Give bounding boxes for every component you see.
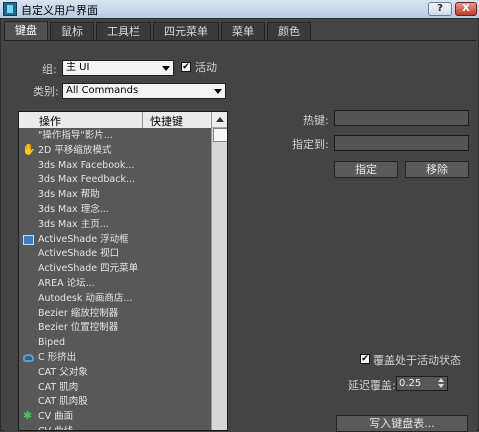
help-button[interactable]: ? [428,2,452,16]
tab-toolbars[interactable]: 工具栏 [96,22,151,40]
group-select-value: 主 UI [66,62,90,73]
tab-bar: 键盘 鼠标 工具栏 四元菜单 菜单 颜色 [4,21,313,41]
list-item[interactable]: CAT 父对象 [19,366,211,381]
header-action[interactable]: 操作 [39,113,61,129]
list-item-label: ActiveShade 四元菜单 [38,263,139,275]
list-item-label: CV 曲面 [38,411,74,423]
hotkey-field[interactable] [334,110,469,126]
group-label: 组: [42,63,57,76]
cv-surface-icon [23,410,34,424]
list-item[interactable]: Bezier 缩放控制器 [19,307,211,322]
list-item-label: "操作指导"影片... [38,130,113,141]
active-label: 活动 [195,61,217,74]
window-title: 自定义用户界面 [21,4,98,17]
list-item-label: CV 曲线 [38,426,73,430]
override-checkbox[interactable]: ✔ [360,354,370,364]
list-item-label: Autodesk 动画商店... [38,292,133,304]
list-item-label: 2D 平移缩放模式 [38,144,112,156]
list-item[interactable]: CV 曲面 [19,410,211,425]
list-item[interactable]: AREA 论坛... [19,277,211,292]
list-item-label: Bezier 缩放控制器 [38,307,119,319]
tab-keyboard[interactable]: 键盘 [4,21,48,41]
category-label: 类别: [33,85,59,98]
assigned-to-label: 指定到: [292,138,329,151]
list-item[interactable]: Bezier 位置控制器 [19,321,211,336]
remove-button[interactable]: 移除 [405,161,469,178]
action-list[interactable]: 操作 快捷键 "操作指导"影片... 2D 平移缩放模式 3ds Max Faceb… [18,111,228,431]
list-item[interactable]: 3ds Max Facebook... [19,159,211,174]
tab-quad-menus[interactable]: 四元菜单 [153,22,219,40]
list-item[interactable]: CV 曲线 [19,425,211,430]
list-item-label: 3ds Max 帮助 [38,189,100,201]
override-label: 覆盖处于活动状态 [373,354,461,367]
hotkey-label: 热键: [303,114,329,127]
list-item-label: 3ds Max Facebook... [38,159,135,171]
chevron-down-icon [214,89,222,94]
tab-colors[interactable]: 颜色 [267,22,311,40]
c-shape-icon [23,353,34,362]
list-item[interactable]: ActiveShade 浮动框 [19,233,211,248]
scroll-thumb[interactable] [213,128,227,142]
category-select-value: All Commands [66,85,139,96]
list-item-label: CAT 肌肉 [38,381,79,393]
tab-menus[interactable]: 菜单 [221,22,265,40]
list-item[interactable]: 3ds Max Feedback... [19,173,211,188]
hand-icon [22,144,36,158]
assign-button[interactable]: 指定 [334,161,398,178]
list-item[interactable]: ActiveShade 四元菜单 [19,262,211,277]
list-item[interactable]: Biped [19,336,211,351]
list-item-label: ActiveShade 浮动框 [38,233,129,245]
list-item-label: C 形挤出 [38,351,77,363]
list-item[interactable]: "操作指导"影片... [19,129,211,144]
list-item[interactable]: 3ds Max 理念... [19,203,211,218]
list-scrollbar[interactable] [211,112,227,430]
list-item-label: AREA 论坛... [38,277,95,289]
write-keyboard-chart-button[interactable]: 写入键盘表... [336,415,468,432]
close-button[interactable]: X [455,2,477,16]
chevron-down-icon [162,66,170,71]
list-item-label: 3ds Max Feedback... [38,174,136,186]
app-icon [3,2,17,16]
list-item-label: 3ds Max 主页... [38,218,109,230]
list-item[interactable]: Autodesk 动画商店... [19,292,211,307]
list-item-label: ActiveShade 视口 [38,248,120,260]
active-checkbox[interactable]: ✔ [181,62,191,72]
delay-override-label: 延迟覆盖: [348,379,396,392]
list-header: 操作 快捷键 [19,112,211,128]
list-item-label: Biped [38,337,66,349]
activeshade-icon [23,234,34,245]
list-item-label: 3ds Max 理念... [38,203,109,215]
scroll-up-arrow-icon[interactable] [212,112,227,128]
list-item[interactable]: C 形挤出 [19,351,211,366]
list-item[interactable]: 3ds Max 主页... [19,218,211,233]
header-shortcut[interactable]: 快捷键 [150,113,183,129]
list-item[interactable]: 2D 平移缩放模式 [19,144,211,159]
group-select[interactable]: 主 UI [62,60,174,76]
category-select[interactable]: All Commands [62,83,226,99]
list-item[interactable]: ActiveShade 视口 [19,247,211,262]
spinner-arrows-icon[interactable] [438,378,446,389]
list-item-label: CAT 肌肉股 [38,396,88,408]
list-rows: "操作指导"影片... 2D 平移缩放模式 3ds Max Facebook... 3… [19,129,211,430]
list-item-label: Bezier 位置控制器 [38,322,119,334]
list-item[interactable]: 3ds Max 帮助 [19,188,211,203]
list-item[interactable]: CAT 肌肉股 [19,395,211,410]
title-bar: 自定义用户界面 ? X [0,0,479,18]
delay-override-spinner[interactable]: 0.25 [396,376,448,391]
assigned-to-field[interactable] [334,135,469,151]
delay-override-value: 0.25 [399,378,422,389]
list-item[interactable]: CAT 肌肉 [19,381,211,396]
tab-mouse[interactable]: 鼠标 [50,22,94,40]
header-divider [142,112,143,128]
list-item-label: CAT 父对象 [38,366,88,378]
